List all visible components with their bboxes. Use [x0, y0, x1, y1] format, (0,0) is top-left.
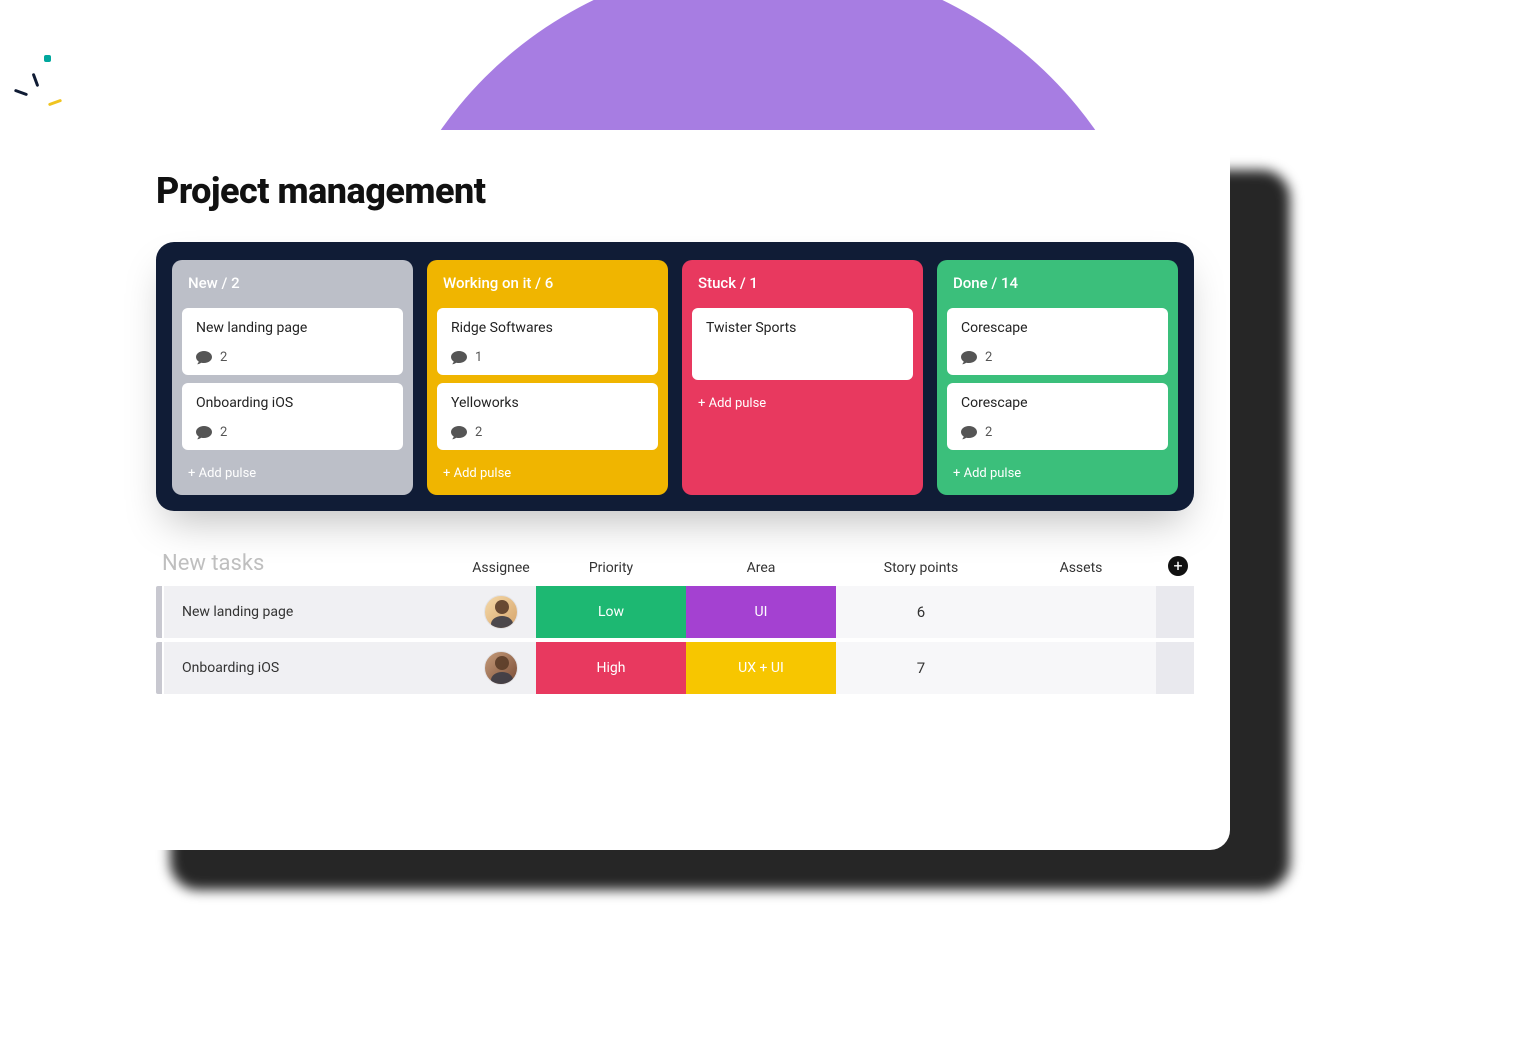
kanban-card[interactable]: New landing page 2: [182, 308, 403, 375]
column-header: Stuck / 1: [692, 270, 913, 300]
priority-cell[interactable]: High: [536, 642, 686, 694]
card-comments[interactable]: 2: [961, 350, 1154, 365]
column-count: 1: [749, 274, 758, 292]
comment-count: 1: [475, 350, 482, 365]
card-title: Corescape: [961, 320, 1154, 336]
comment-count: 2: [985, 350, 992, 365]
card-title: Corescape: [961, 395, 1154, 411]
column-title: New: [188, 274, 218, 292]
points-cell[interactable]: 7: [836, 642, 1006, 694]
assets-cell[interactable]: [1006, 586, 1156, 638]
kanban-card[interactable]: Twister Sports: [692, 308, 913, 380]
column-done: Done / 14 Corescape 2 Corescape: [937, 260, 1178, 495]
column-header: New / 2: [182, 270, 403, 300]
add-pulse-button[interactable]: + Add pulse: [182, 458, 403, 483]
assets-cell[interactable]: [1006, 642, 1156, 694]
card-title: New landing page: [196, 320, 389, 336]
task-name-cell[interactable]: New landing page: [164, 586, 466, 638]
app-window: Project management New / 2 New landing p…: [120, 130, 1230, 850]
task-name-cell[interactable]: Onboarding iOS: [164, 642, 466, 694]
add-pulse-button[interactable]: + Add pulse: [437, 458, 658, 483]
comment-icon: [961, 351, 977, 365]
row-handle[interactable]: [156, 642, 162, 694]
col-header-assets: Assets: [1006, 560, 1156, 576]
kanban-card[interactable]: Corescape 2: [947, 308, 1168, 375]
kanban-board: New / 2 New landing page 2 Onboarding iO…: [156, 242, 1194, 511]
column-count: 2: [231, 274, 240, 292]
comment-count: 2: [475, 425, 482, 440]
column-working: Working on it / 6 Ridge Softwares 1 Yell…: [427, 260, 668, 495]
column-count: 6: [545, 274, 554, 292]
column-sep: /: [222, 274, 232, 292]
comment-icon: [961, 426, 977, 440]
col-header-area: Area: [686, 560, 836, 576]
page-title: Project management: [156, 170, 1194, 212]
area-cell[interactable]: UX + UI: [686, 642, 836, 694]
row-tail: [1156, 586, 1194, 638]
assignee-cell[interactable]: [466, 586, 536, 638]
kanban-card[interactable]: Ridge Softwares 1: [437, 308, 658, 375]
tasks-section: New tasks Assignee Priority Area Story p…: [156, 551, 1194, 694]
add-pulse-button[interactable]: + Add pulse: [692, 388, 913, 413]
comment-icon: [196, 426, 212, 440]
plus-icon: +: [1173, 558, 1182, 574]
column-sep: /: [991, 274, 1001, 292]
avatar: [484, 651, 518, 685]
tasks-header-row: New tasks Assignee Priority Area Story p…: [156, 551, 1194, 576]
comment-count: 2: [220, 350, 227, 365]
card-comments[interactable]: 2: [196, 425, 389, 440]
row-handle[interactable]: [156, 586, 162, 638]
column-title: Done: [953, 274, 988, 292]
avatar: [484, 595, 518, 629]
card-comments[interactable]: 1: [451, 350, 644, 365]
card-title: Yelloworks: [451, 395, 644, 411]
area-cell[interactable]: UI: [686, 586, 836, 638]
tasks-section-title: New tasks: [156, 551, 466, 576]
sparkle-decoration: [14, 55, 74, 115]
card-comments[interactable]: 2: [451, 425, 644, 440]
column-sep: /: [740, 274, 750, 292]
add-column-button[interactable]: +: [1168, 556, 1188, 576]
column-new: New / 2 New landing page 2 Onboarding iO…: [172, 260, 413, 495]
priority-cell[interactable]: Low: [536, 586, 686, 638]
column-stuck: Stuck / 1 Twister Sports + Add pulse: [682, 260, 923, 495]
column-title: Stuck: [698, 274, 736, 292]
column-title: Working on it: [443, 274, 531, 292]
kanban-card[interactable]: Yelloworks 2: [437, 383, 658, 450]
card-title: Onboarding iOS: [196, 395, 389, 411]
col-header-points: Story points: [836, 560, 1006, 576]
comment-icon: [451, 351, 467, 365]
card-title: Ridge Softwares: [451, 320, 644, 336]
row-tail: [1156, 642, 1194, 694]
column-header: Done / 14: [947, 270, 1168, 300]
task-row[interactable]: New landing page Low UI 6: [156, 586, 1194, 638]
col-header-add: +: [1156, 556, 1194, 576]
assignee-cell[interactable]: [466, 642, 536, 694]
kanban-card[interactable]: Corescape 2: [947, 383, 1168, 450]
task-row[interactable]: Onboarding iOS High UX + UI 7: [156, 642, 1194, 694]
card-comments[interactable]: 2: [196, 350, 389, 365]
col-header-priority: Priority: [536, 560, 686, 576]
card-title: Twister Sports: [706, 320, 899, 336]
kanban-card[interactable]: Onboarding iOS 2: [182, 383, 403, 450]
card-comments[interactable]: 2: [961, 425, 1154, 440]
points-cell[interactable]: 6: [836, 586, 1006, 638]
comment-icon: [196, 351, 212, 365]
comment-count: 2: [220, 425, 227, 440]
column-count: 14: [1001, 274, 1018, 292]
comment-count: 2: [985, 425, 992, 440]
add-pulse-button[interactable]: + Add pulse: [947, 458, 1168, 483]
comment-icon: [451, 426, 467, 440]
column-header: Working on it / 6: [437, 270, 658, 300]
column-sep: /: [535, 274, 545, 292]
col-header-assignee: Assignee: [466, 560, 536, 576]
